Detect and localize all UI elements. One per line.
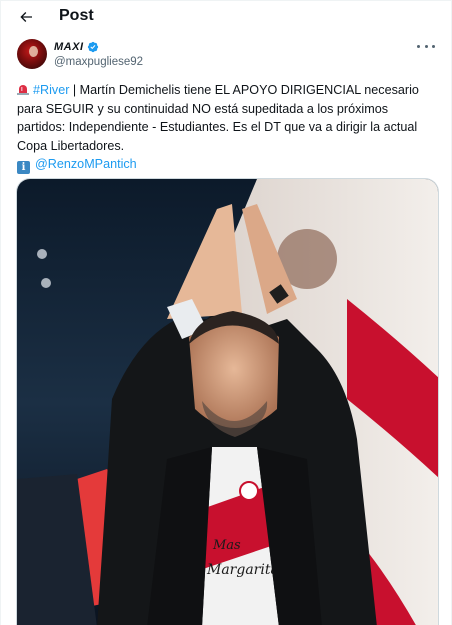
more-dot-icon [417,44,420,48]
more-dot-icon [432,44,435,48]
author-names: MAXI @maxpugliese92 [54,39,143,69]
information-icon: i [17,161,30,174]
tweet-author: MAXI @maxpugliese92 [17,39,143,69]
tweet-text: #River | Martín Demichelis tiene EL APOY… [17,81,437,174]
post-container: Post MAXI @maxpugliese92 #River | Martín… [0,0,452,625]
tweet-body: | Martín Demichelis tiene EL APOYO DIRIG… [17,83,419,153]
shirt-text-line2: Margarita [206,562,279,578]
author-handle[interactable]: @maxpugliese92 [54,56,143,68]
display-name[interactable]: MAXI [54,41,84,53]
mention-link[interactable]: @RenzoMPantich [35,157,137,171]
verified-badge-icon [87,41,98,52]
hashtag-link[interactable]: #River [33,83,69,97]
police-light-icon [17,85,29,95]
display-name-row: MAXI [54,39,143,54]
arrow-left-icon [20,12,32,22]
page-title: Post [59,7,94,24]
avatar[interactable] [17,39,47,69]
shirt-text-line1: Mas [212,538,241,553]
photo-image: Mas Margarita [17,179,438,625]
tweet-photo[interactable]: Mas Margarita [16,178,439,625]
more-dot-icon [424,44,428,48]
back-button[interactable] [15,6,37,28]
more-options-button[interactable] [417,39,435,53]
post-header: Post [1,1,452,35]
